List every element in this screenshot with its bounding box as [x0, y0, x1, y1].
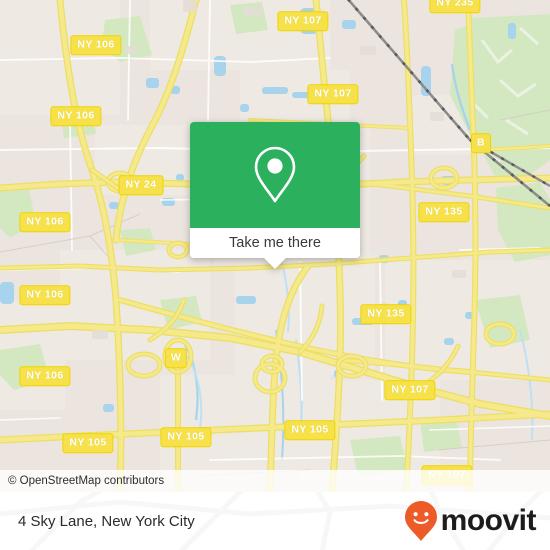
address-label: 4 Sky Lane, New York City	[18, 512, 195, 530]
moovit-brand[interactable]: moovit	[404, 492, 537, 550]
route-shield: NY 106	[50, 106, 102, 126]
route-shield: NY 106	[19, 366, 71, 386]
take-me-there-label: Take me there	[229, 235, 321, 251]
moovit-smiley-pin-icon	[404, 501, 437, 541]
popup-card-header	[190, 122, 360, 228]
map-pin-icon	[254, 146, 296, 203]
route-shield: NY 135	[418, 202, 470, 222]
moovit-wordmark: moovit	[440, 504, 537, 537]
route-shield: NY 106	[70, 35, 122, 55]
route-shield: NY 105	[284, 420, 336, 440]
attribution-text: © OpenStreetMap contributors	[8, 475, 165, 487]
route-shield: NY 105	[160, 427, 212, 447]
route-shield: NY 24	[118, 175, 164, 195]
footer-bar: 4 Sky Lane, New York City moovit	[0, 492, 550, 550]
route-shield: NY 105	[62, 433, 114, 453]
map-screenshot: .rd { fill:none; stroke:#f5e98b; stroke-…	[0, 0, 550, 550]
take-me-there-button[interactable]: Take me there	[190, 228, 360, 258]
route-shield: NY 107	[277, 11, 329, 31]
popup-card-body: Take me there	[190, 122, 360, 258]
popup-card-tail	[264, 258, 286, 269]
map-attribution-bar: © OpenStreetMap contributors	[0, 470, 550, 492]
route-shield: NY 135	[360, 304, 412, 324]
route-shield: NY 106	[19, 212, 71, 232]
route-shield: NY 106	[19, 285, 71, 305]
route-shield: NY 107	[384, 380, 436, 400]
map-canvas[interactable]: .rd { fill:none; stroke:#f5e98b; stroke-…	[0, 0, 550, 492]
location-popup-card[interactable]: Take me there	[190, 122, 360, 269]
route-shield: W	[164, 348, 188, 368]
route-shield: NY 235	[429, 0, 481, 13]
route-shield: B	[471, 133, 491, 153]
route-shield: NY 107	[307, 84, 359, 104]
